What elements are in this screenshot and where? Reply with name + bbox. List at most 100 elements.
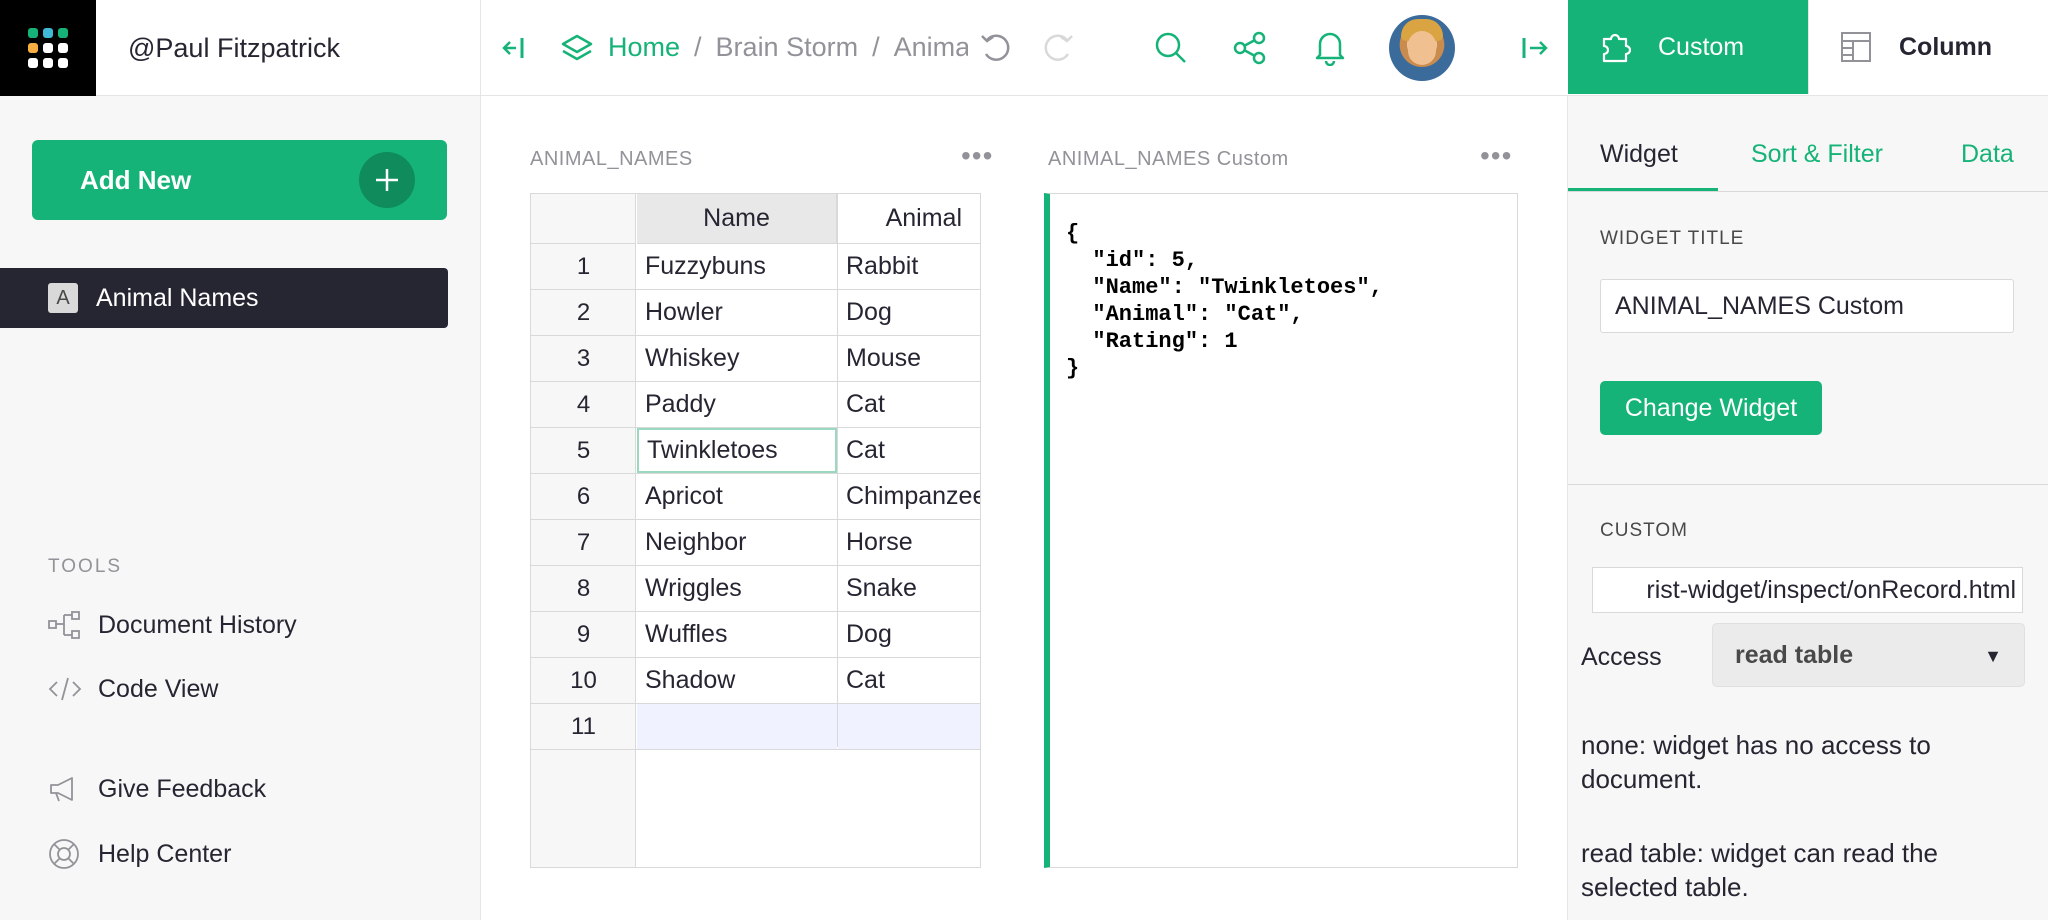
collapse-left-panel-icon[interactable] bbox=[500, 30, 530, 66]
cell-name[interactable]: Twinkletoes bbox=[637, 428, 837, 473]
custom-widget-frame[interactable]: { "id": 5, "Name": "Twinkletoes", "Anima… bbox=[1044, 193, 1518, 868]
breadcrumb-separator: / bbox=[872, 31, 880, 62]
row-number[interactable]: 1 bbox=[531, 244, 636, 289]
logo-icon bbox=[28, 28, 68, 68]
column-header-animal[interactable]: Animal bbox=[838, 194, 980, 244]
cell-animal[interactable]: Dog bbox=[838, 612, 980, 657]
row-number[interactable]: 8 bbox=[531, 566, 636, 611]
row-number[interactable]: 11 bbox=[531, 704, 636, 749]
undo-icon[interactable] bbox=[978, 30, 1012, 64]
user-avatar[interactable] bbox=[1389, 15, 1455, 81]
table-row[interactable]: 10 Shadow Cat bbox=[531, 658, 980, 704]
row-number[interactable]: 3 bbox=[531, 336, 636, 381]
row-number[interactable]: 9 bbox=[531, 612, 636, 657]
table-row[interactable]: 4 Paddy Cat bbox=[531, 382, 980, 428]
add-new-label: Add New bbox=[80, 164, 192, 195]
main-area: ANIMAL_NAMES ••• Name Animal 1 Fuzzybuns R… bbox=[481, 96, 1567, 920]
access-select[interactable]: read table ▼ bbox=[1712, 623, 2025, 687]
give-feedback-link[interactable]: Give Feedback bbox=[48, 774, 266, 804]
cell-name[interactable]: Wuffles bbox=[637, 612, 837, 657]
page-item-animal-names[interactable]: A Animal Names bbox=[0, 268, 448, 328]
cell-name[interactable]: Apricot bbox=[637, 474, 837, 519]
app-logo[interactable] bbox=[0, 0, 96, 96]
right-panel: Widget Sort & Filter Data WIDGET TITLE A… bbox=[1567, 96, 2048, 920]
cell-name[interactable]: Neighbor bbox=[637, 520, 837, 565]
cell-animal[interactable]: Snake bbox=[838, 566, 980, 611]
tab-sort-filter[interactable]: Sort & Filter bbox=[1751, 140, 1883, 169]
breadcrumb-document[interactable]: Brain Storm bbox=[716, 32, 859, 63]
breadcrumb-separator: / bbox=[694, 31, 702, 62]
top-bar: @Paul Fitzpatrick Home / Brain Storm / A… bbox=[0, 0, 2048, 96]
access-help-read-table: read table: widget can read the selected… bbox=[1581, 838, 1939, 902]
table-row[interactable]: 6 Apricot Chimpanzee bbox=[531, 474, 980, 520]
record-json: { "id": 5, "Name": "Twinkletoes", "Anima… bbox=[1066, 221, 1383, 381]
breadcrumb-page[interactable]: Anima bbox=[894, 32, 968, 63]
access-label: Access bbox=[1581, 643, 1662, 671]
cell-name[interactable]: Howler bbox=[637, 290, 837, 335]
row-number[interactable]: 6 bbox=[531, 474, 636, 519]
active-tab-indicator bbox=[1568, 188, 1718, 191]
org-name[interactable]: @Paul Fitzpatrick bbox=[96, 0, 481, 96]
change-widget-button[interactable]: Change Widget bbox=[1600, 381, 1822, 435]
cell-animal[interactable]: Cat bbox=[838, 382, 980, 427]
breadcrumb: Home / Brain Storm / Anima bbox=[608, 0, 968, 94]
cell-animal[interactable]: Dog bbox=[838, 290, 980, 335]
code-view-link[interactable]: Code View bbox=[48, 674, 218, 704]
custom-url-input[interactable]: rist-widget/inspect/onRecord.html bbox=[1592, 567, 2023, 613]
cell-animal[interactable]: Cat bbox=[838, 658, 980, 703]
cell-name[interactable]: Whiskey bbox=[637, 336, 837, 381]
share-icon[interactable] bbox=[1232, 30, 1268, 66]
cell-name[interactable]: Fuzzybuns bbox=[637, 244, 837, 289]
access-select-value: read table bbox=[1735, 640, 1854, 669]
custom-section-title[interactable]: ANIMAL_NAMES Custom bbox=[1048, 148, 1289, 171]
cell-animal[interactable]: Rabbit bbox=[838, 244, 980, 289]
table-row[interactable]: 1 Fuzzybuns Rabbit bbox=[531, 244, 980, 290]
row-number[interactable]: 2 bbox=[531, 290, 636, 335]
tab-custom[interactable]: Custom bbox=[1568, 0, 1808, 94]
breadcrumb-home[interactable]: Home bbox=[608, 32, 680, 63]
tab-widget[interactable]: Widget bbox=[1600, 140, 1678, 169]
collapse-right-panel-icon[interactable] bbox=[1520, 32, 1550, 64]
table-section-title[interactable]: ANIMAL_NAMES bbox=[530, 148, 693, 171]
cell-animal[interactable]: Cat bbox=[838, 428, 980, 473]
table-row[interactable]: 7 Neighbor Horse bbox=[531, 520, 980, 566]
tab-column[interactable]: Column bbox=[1808, 0, 2048, 94]
column-icon bbox=[1841, 32, 1871, 62]
row-number[interactable]: 4 bbox=[531, 382, 636, 427]
plus-icon bbox=[359, 152, 415, 208]
help-center-link[interactable]: Help Center bbox=[48, 838, 231, 870]
document-history-link[interactable]: Document History bbox=[48, 610, 297, 640]
cell-animal[interactable]: Chimpanzee bbox=[838, 474, 980, 519]
help-center-label: Help Center bbox=[98, 839, 232, 868]
custom-section-menu-icon[interactable]: ••• bbox=[1480, 142, 1512, 170]
cell-name[interactable] bbox=[637, 704, 837, 749]
table-section-menu-icon[interactable]: ••• bbox=[961, 142, 993, 170]
widget-title-input[interactable]: ANIMAL_NAMES Custom bbox=[1600, 279, 2014, 333]
lifebuoy-icon bbox=[49, 839, 79, 869]
table-row[interactable]: 8 Wriggles Snake bbox=[531, 566, 980, 612]
row-number[interactable]: 7 bbox=[531, 520, 636, 565]
add-row[interactable]: 11 bbox=[531, 704, 980, 750]
column-header-name[interactable]: Name bbox=[637, 194, 837, 244]
search-icon[interactable] bbox=[1153, 30, 1189, 66]
table-row[interactable]: 2 Howler Dog bbox=[531, 290, 980, 336]
cell-animal[interactable]: Horse bbox=[838, 520, 980, 565]
grid-corner[interactable] bbox=[531, 194, 636, 244]
history-tree-icon bbox=[48, 611, 80, 639]
bell-icon[interactable] bbox=[1312, 28, 1348, 66]
table-row[interactable]: 9 Wuffles Dog bbox=[531, 612, 980, 658]
tab-column-label: Column bbox=[1899, 32, 1993, 61]
cell-name[interactable]: Paddy bbox=[637, 382, 837, 427]
cell-animal[interactable]: Mouse bbox=[838, 336, 980, 381]
layers-icon bbox=[561, 34, 593, 61]
cell-animal[interactable] bbox=[838, 704, 980, 749]
tab-data[interactable]: Data bbox=[1961, 140, 2014, 169]
row-number[interactable]: 10 bbox=[531, 658, 636, 703]
table-row[interactable]: 3 Whiskey Mouse bbox=[531, 336, 980, 382]
redo-icon[interactable] bbox=[1042, 30, 1076, 64]
add-new-button[interactable]: Add New bbox=[32, 140, 447, 220]
cell-name[interactable]: Wriggles bbox=[637, 566, 837, 611]
table-row[interactable]: 5 Twinkletoes Cat bbox=[531, 428, 980, 474]
cell-name[interactable]: Shadow bbox=[637, 658, 837, 703]
row-number[interactable]: 5 bbox=[531, 428, 636, 473]
